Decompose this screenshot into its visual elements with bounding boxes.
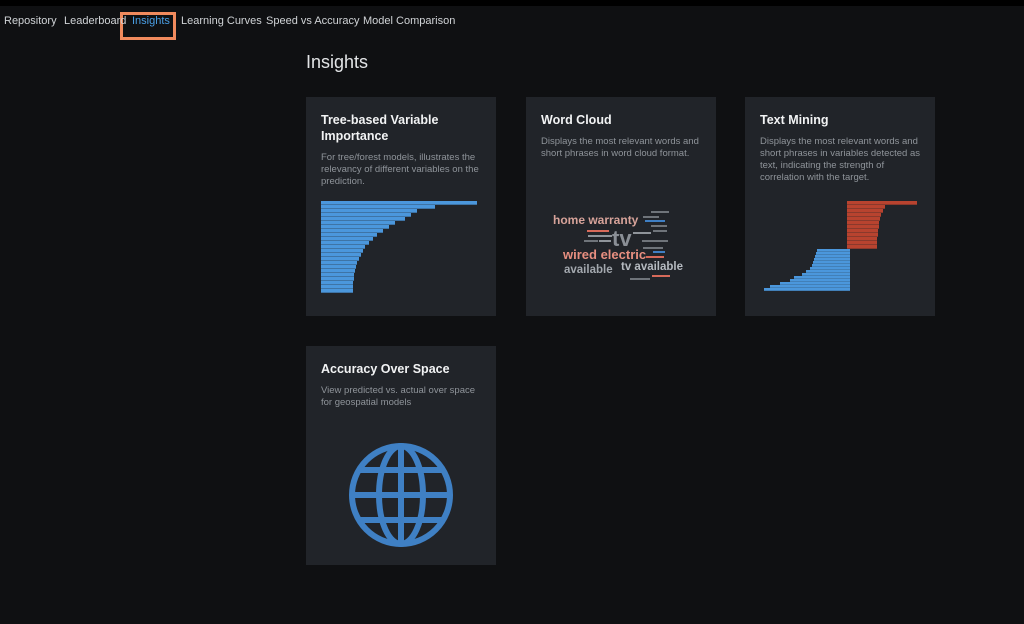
tab-model-comparison[interactable]: Model Comparison — [363, 6, 455, 36]
bar-positive — [847, 245, 877, 249]
bar-negative — [790, 279, 850, 282]
bar-positive — [847, 241, 877, 245]
bar-negative — [816, 252, 850, 255]
bar — [321, 221, 395, 225]
card-tree-variable-importance[interactable]: Tree-based Variable Importance For tree/… — [306, 97, 496, 316]
bar — [321, 261, 357, 265]
bar-negative — [794, 276, 850, 279]
tab-leaderboard[interactable]: Leaderboard — [64, 6, 126, 36]
page-title: Insights — [306, 52, 369, 72]
bar — [321, 273, 354, 277]
bar-negative — [780, 282, 850, 285]
bar — [321, 269, 355, 273]
bar-positive — [847, 221, 879, 225]
word-cloud-icon: home warranty tv wired electric availabl… — [553, 211, 683, 280]
bar-negative — [764, 288, 850, 291]
tab-repository[interactable]: Repository — [4, 6, 57, 36]
bar — [321, 225, 389, 229]
word-available: available — [564, 264, 613, 276]
tab-insights[interactable]: Insights — [132, 6, 170, 36]
card-accuracy-over-space[interactable]: Accuracy Over Space View predicted vs. a… — [306, 346, 496, 565]
bar-negative — [813, 261, 850, 264]
bar-positive — [847, 201, 917, 205]
bar — [321, 213, 411, 217]
insights-nav: Repository Leaderboard Insights Learning… — [0, 6, 1024, 40]
bar-negative — [802, 273, 850, 276]
bar — [321, 249, 363, 253]
bar — [321, 233, 377, 237]
bar-negative — [814, 258, 850, 261]
tab-learning-curves[interactable]: Learning Curves — [181, 6, 262, 36]
card-text-mining[interactable]: Text Mining Displays the most relevant w… — [745, 97, 935, 316]
bar — [321, 205, 435, 209]
bar — [321, 245, 365, 249]
bar — [321, 285, 353, 289]
bar-positive — [847, 233, 878, 237]
bar — [321, 229, 383, 233]
card-word-cloud[interactable]: Word Cloud Displays the most relevant wo… — [526, 97, 716, 316]
bar — [321, 209, 417, 213]
bar — [321, 257, 359, 261]
bar — [321, 237, 373, 241]
bar-positive — [847, 205, 885, 209]
bar — [321, 265, 356, 269]
word-home-warranty: home warranty — [553, 213, 639, 227]
bar-positive — [847, 217, 880, 221]
bar-negative — [770, 285, 850, 288]
bar — [321, 217, 405, 221]
bar-positive — [847, 225, 879, 229]
bar — [321, 289, 353, 293]
text-mining-chart-icon — [764, 201, 917, 291]
bar-negative — [810, 267, 850, 270]
bar-negative — [812, 264, 850, 267]
bar-negative — [815, 255, 850, 258]
bar-negative — [806, 270, 850, 273]
bar-positive — [847, 213, 881, 217]
tab-speed-vs-accuracy[interactable]: Speed vs Accuracy — [266, 6, 360, 36]
bar — [321, 277, 354, 281]
word-wired-electric: wired electric — [562, 247, 646, 262]
bar — [321, 253, 361, 257]
variable-importance-chart-icon — [321, 201, 477, 293]
bar-positive — [847, 237, 877, 241]
bar — [321, 201, 477, 205]
globe-icon — [349, 443, 453, 547]
bar-positive — [847, 209, 883, 213]
bar-negative — [817, 249, 850, 252]
bar-positive — [847, 229, 878, 233]
bar — [321, 281, 353, 285]
bar — [321, 241, 369, 245]
word-tv-available: tv available — [621, 261, 683, 273]
